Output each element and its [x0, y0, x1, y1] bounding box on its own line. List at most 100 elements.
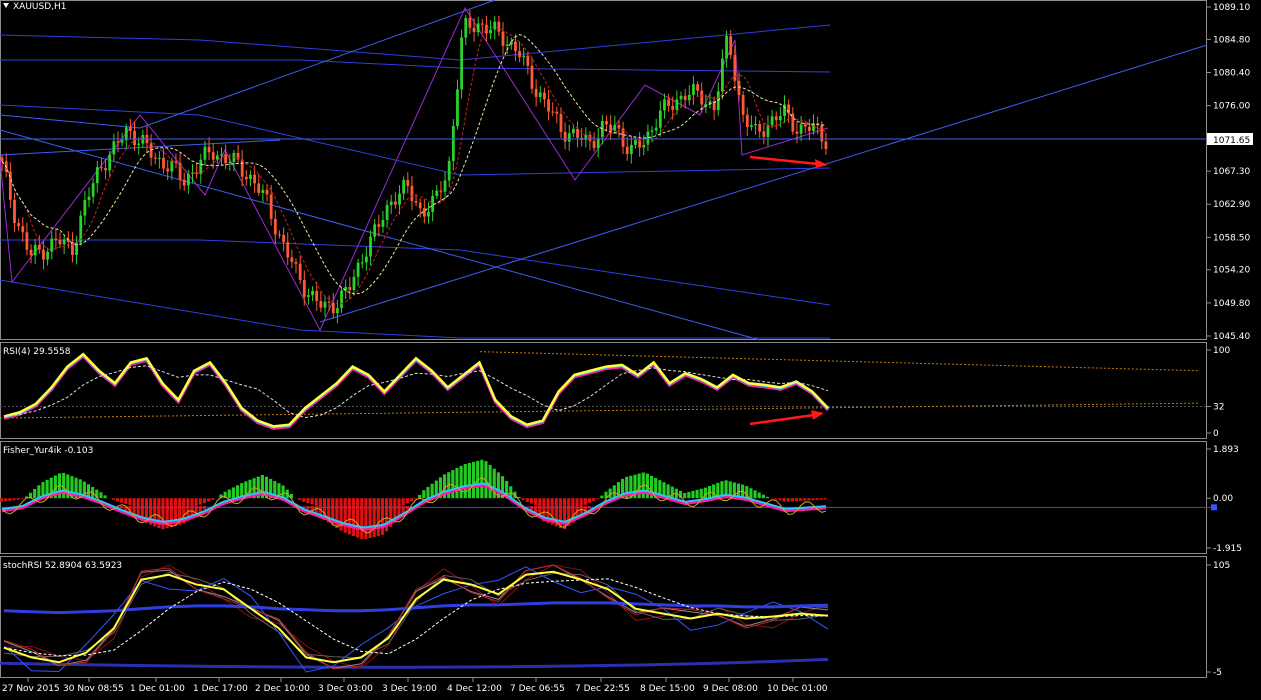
- fisher-bar-positive: [691, 490, 695, 499]
- candle-body: [683, 95, 687, 101]
- fisher-bar-negative: [161, 506, 165, 530]
- fisher-bar-positive: [749, 488, 753, 499]
- candle-body: [770, 116, 774, 126]
- envelope-line: [0, 24, 831, 61]
- fisher-bar-negative: [811, 498, 815, 501]
- collapse-triangle-icon[interactable]: [3, 3, 9, 8]
- candle-body: [182, 179, 186, 186]
- trendline: [139, 0, 496, 129]
- chart-canvas[interactable]: 1071.65 XAUUSD,H1 RSI(4) 29.5558 Fisher_…: [0, 0, 1261, 700]
- fisher-bar-negative: [401, 498, 405, 506]
- fisher-bar-negative: [587, 498, 592, 503]
- candle-body: [758, 123, 762, 132]
- candle-body: [625, 146, 629, 155]
- candle-body: [315, 291, 319, 302]
- candle-body: [754, 123, 757, 126]
- fisher-bar-negative: [194, 498, 198, 506]
- time-x-axis: 27 Nov 2015 30 Nov 08:55 1 Dec 01:00 1 Dec …: [2, 678, 828, 694]
- fisher-bar-positive: [600, 495, 604, 499]
- fisher-bar-negative: [774, 498, 778, 500]
- candle-body: [402, 179, 406, 194]
- y-tick-label: 1049.80: [1213, 299, 1250, 309]
- fisher-bar-positive: [227, 489, 231, 499]
- candle-body: [348, 286, 352, 291]
- x-tick-label: 1 Dec 01:00: [130, 684, 185, 694]
- fisher-bar-negative: [409, 498, 413, 502]
- price-y-axis: 1089.10 1084.80 1080.40 1076.00 1067.30 1062.…: [1207, 3, 1250, 342]
- candle-body: [588, 134, 592, 141]
- fisher-bar-positive: [753, 490, 757, 499]
- candle-body: [766, 125, 770, 137]
- candle-body: [211, 152, 215, 160]
- rsi-signal-line: [3, 365, 829, 419]
- candle-body: [468, 18, 472, 28]
- y-tick-label: 1089.10: [1213, 3, 1250, 13]
- candle-body: [265, 189, 269, 195]
- candle-body: [725, 36, 728, 59]
- candle-body: [443, 180, 447, 192]
- candle-body: [244, 176, 248, 180]
- fisher-bar-negative: [211, 498, 215, 500]
- candle-body: [600, 121, 604, 138]
- fisher-bar-positive: [761, 494, 765, 499]
- candle-body: [576, 128, 579, 138]
- candle-body: [21, 226, 25, 233]
- candle-body: [642, 144, 646, 148]
- candle-body: [17, 223, 21, 227]
- fisher-bar-positive: [455, 467, 459, 499]
- fisher-bar-positive: [103, 495, 107, 499]
- fisher-bar-positive: [467, 462, 471, 499]
- fisher-bar-negative: [202, 498, 206, 504]
- envelope-line: [0, 239, 831, 306]
- rsi-trend-upper: [479, 351, 1201, 372]
- fisher-bar-negative: [356, 506, 360, 538]
- candle-body: [629, 144, 633, 155]
- fisher-bar-negative: [111, 498, 115, 500]
- candle-body: [522, 55, 526, 58]
- fisher-bar-negative: [120, 498, 124, 503]
- fisher-bar-positive: [451, 470, 455, 499]
- candle-body: [364, 256, 368, 263]
- candle-body: [613, 124, 617, 131]
- x-tick-label: 7 Dec 06:55: [510, 684, 565, 694]
- fisher-bar-negative: [525, 498, 529, 502]
- fisher-bar-positive: [418, 494, 422, 499]
- fisher-bar-positive: [687, 491, 691, 499]
- fisher-bar-positive: [670, 486, 674, 499]
- divergence-arrow-rsi: [749, 413, 815, 426]
- x-tick-label: 4 Dec 12:00: [447, 684, 502, 694]
- candle-body: [505, 44, 509, 46]
- fisher-bar-negative: [782, 498, 786, 502]
- fisher-bar-negative: [302, 506, 306, 507]
- candle-body: [729, 36, 733, 55]
- y-tick-label: 1067.30: [1213, 167, 1250, 177]
- y-tick-label: 32: [1213, 402, 1224, 412]
- candle-body: [290, 257, 294, 262]
- fisher-bar-negative: [579, 498, 583, 507]
- candle-body: [385, 205, 389, 221]
- candle-body: [207, 146, 211, 153]
- candle-body: [431, 195, 435, 212]
- arrow-head-icon: [811, 410, 824, 420]
- fisher-bar-positive: [99, 492, 103, 499]
- candle-body: [162, 157, 165, 169]
- fisher-panel-title: Fisher_Yur4ik -0.103: [3, 446, 93, 456]
- fisher-bar-negative: [302, 498, 306, 502]
- candle-body: [170, 161, 174, 172]
- candle-body: [501, 31, 505, 46]
- stochrsi-band-lower: [0, 657, 829, 669]
- fisher-bar-positive: [757, 492, 761, 499]
- candle-body: [663, 99, 666, 111]
- fisher-bar-positive: [699, 488, 703, 499]
- candle-body: [799, 124, 803, 134]
- fisher-bar-positive: [62, 472, 66, 499]
- fisher-bar-negative: [16, 498, 20, 500]
- current-price-label: 1071.65: [1213, 136, 1250, 146]
- candle-body: [675, 99, 679, 110]
- candle-body: [774, 116, 778, 121]
- candle-body: [543, 92, 546, 100]
- fisher-bar-positive: [496, 472, 500, 499]
- x-tick-label: 30 Nov 08:55: [63, 684, 124, 694]
- candle-body: [220, 154, 223, 156]
- fisher-bar-negative: [521, 498, 525, 501]
